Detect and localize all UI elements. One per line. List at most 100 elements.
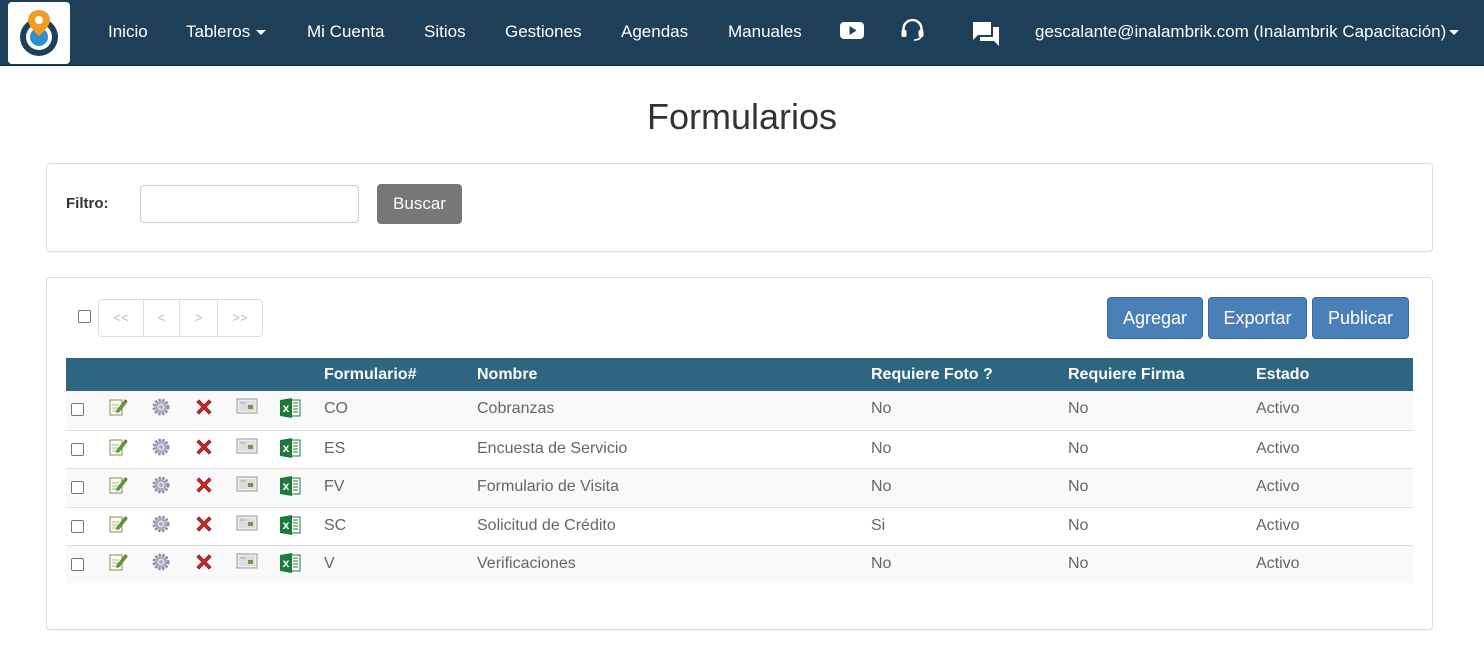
column-header[interactable]: Formulario# xyxy=(324,366,416,384)
excel-icon[interactable]: X xyxy=(279,514,301,541)
table-row: X V Verificaciones No No Activo xyxy=(66,545,1413,583)
form-name-cell: Solicitud de Crédito xyxy=(477,516,616,534)
excel-icon[interactable]: X xyxy=(279,397,301,424)
svg-text:X: X xyxy=(283,405,290,415)
prev-page-button[interactable]: < xyxy=(143,299,180,337)
edit-icon[interactable] xyxy=(108,475,128,500)
column-header[interactable]: Requiere Firma xyxy=(1068,366,1184,384)
preview-icon[interactable] xyxy=(236,552,258,575)
status-cell: Activo xyxy=(1256,555,1300,572)
headset-icon[interactable] xyxy=(900,19,925,41)
requires-signature-cell: No xyxy=(1068,439,1089,457)
nav-tableros-label: Tableros xyxy=(186,22,251,41)
app-logo[interactable] xyxy=(8,2,70,64)
add-button[interactable]: Agregar xyxy=(1107,297,1203,339)
delete-icon[interactable] xyxy=(194,552,214,577)
nav-agendas[interactable]: Agendas xyxy=(621,22,688,42)
excel-icon[interactable]: X xyxy=(279,475,301,502)
filter-panel: Filtro: Buscar xyxy=(46,163,1433,252)
edit-icon[interactable] xyxy=(108,552,128,577)
excel-icon[interactable]: X xyxy=(279,437,301,464)
nav-mi-cuenta[interactable]: Mi Cuenta xyxy=(307,22,384,42)
form-code-cell: ES xyxy=(324,439,346,457)
column-header[interactable]: Requiere Foto ? xyxy=(871,366,993,384)
excel-icon[interactable]: X xyxy=(279,552,301,579)
requires-signature-cell: No xyxy=(1068,516,1089,534)
delete-icon[interactable] xyxy=(194,475,214,500)
logo-icon xyxy=(20,10,58,56)
status-cell: Activo xyxy=(1256,516,1300,534)
requires-photo-cell: No xyxy=(871,400,892,417)
form-name-cell: Verificaciones xyxy=(477,555,576,572)
top-navbar: Inicio Tableros Mi Cuenta Sitios Gestion… xyxy=(0,0,1484,66)
last-page-button[interactable]: >> xyxy=(217,299,263,337)
settings-icon[interactable] xyxy=(151,437,171,462)
table-row: X ES Encuesta de Servicio No No Activo xyxy=(66,429,1413,468)
user-menu[interactable]: gescalante@inalambrik.com (Inalambrik Ca… xyxy=(1035,22,1460,42)
svg-text:X: X xyxy=(283,522,290,532)
requires-signature-cell: No xyxy=(1068,555,1089,572)
column-header[interactable]: Estado xyxy=(1256,366,1309,384)
preview-icon[interactable] xyxy=(236,397,258,420)
requires-photo-cell: No xyxy=(871,439,892,457)
publish-button[interactable]: Publicar xyxy=(1312,297,1409,339)
nav-sitios[interactable]: Sitios xyxy=(424,22,466,42)
search-button[interactable]: Buscar xyxy=(377,184,462,224)
edit-icon[interactable] xyxy=(108,437,128,462)
form-name-cell: Formulario de Visita xyxy=(477,478,619,495)
table-row: X SC Solicitud de Crédito Si No Activo xyxy=(66,506,1413,545)
row-checkbox[interactable] xyxy=(71,481,84,494)
preview-icon[interactable] xyxy=(236,437,258,460)
column-header[interactable]: Nombre xyxy=(477,366,537,384)
form-code-cell: CO xyxy=(324,400,348,417)
filter-input[interactable] xyxy=(140,185,359,223)
nav-manuales[interactable]: Manuales xyxy=(728,22,802,42)
edit-icon[interactable] xyxy=(108,397,128,422)
form-code-cell: V xyxy=(324,555,335,572)
status-cell: Activo xyxy=(1256,478,1300,495)
requires-signature-cell: No xyxy=(1068,400,1089,417)
requires-photo-cell: No xyxy=(871,555,892,572)
row-checkbox[interactable] xyxy=(71,442,84,456)
delete-icon[interactable] xyxy=(194,514,214,539)
svg-text:X: X xyxy=(283,560,290,570)
status-cell: Activo xyxy=(1256,439,1300,457)
table-row: X FV Formulario de Visita No No Activo xyxy=(66,468,1413,506)
first-page-button[interactable]: << xyxy=(98,299,144,337)
settings-icon[interactable] xyxy=(151,552,171,577)
requires-signature-cell: No xyxy=(1068,478,1089,495)
svg-text:X: X xyxy=(283,483,290,493)
edit-icon[interactable] xyxy=(108,514,128,539)
row-checkbox[interactable] xyxy=(71,403,84,416)
export-button[interactable]: Exportar xyxy=(1208,297,1307,339)
caret-down-icon xyxy=(256,30,267,36)
row-checkbox[interactable] xyxy=(71,558,84,571)
nav-gestiones[interactable]: Gestiones xyxy=(505,22,582,42)
preview-icon[interactable] xyxy=(236,514,258,537)
delete-icon[interactable] xyxy=(194,397,214,422)
pagination: << < > >> xyxy=(98,299,263,337)
chat-icon[interactable] xyxy=(971,21,1001,48)
select-all-checkbox[interactable] xyxy=(78,310,91,323)
next-page-button[interactable]: > xyxy=(179,299,218,337)
user-label: gescalante@inalambrik.com (Inalambrik Ca… xyxy=(1035,22,1447,41)
svg-text:X: X xyxy=(283,445,290,455)
page-title: Formularios xyxy=(646,96,838,137)
settings-icon[interactable] xyxy=(151,475,171,500)
settings-icon[interactable] xyxy=(151,397,171,422)
requires-photo-cell: Si xyxy=(871,516,886,534)
forms-panel: << < > >> Agregar Exportar Publicar Form… xyxy=(46,277,1433,630)
table-header: Formulario# Nombre Requiere Foto ? Requi… xyxy=(66,358,1413,391)
settings-icon[interactable] xyxy=(151,514,171,539)
youtube-icon[interactable] xyxy=(840,22,864,39)
table-row: X CO Cobranzas No No Activo xyxy=(66,391,1413,429)
row-checkbox[interactable] xyxy=(71,519,84,533)
delete-icon[interactable] xyxy=(194,437,214,462)
requires-photo-cell: No xyxy=(871,478,892,495)
form-name-cell: Encuesta de Servicio xyxy=(477,439,628,457)
nav-inicio[interactable]: Inicio xyxy=(108,22,148,42)
nav-tableros[interactable]: Tableros xyxy=(186,22,267,42)
form-name-cell: Cobranzas xyxy=(477,400,555,417)
form-code-cell: SC xyxy=(324,516,347,534)
preview-icon[interactable] xyxy=(236,475,258,498)
